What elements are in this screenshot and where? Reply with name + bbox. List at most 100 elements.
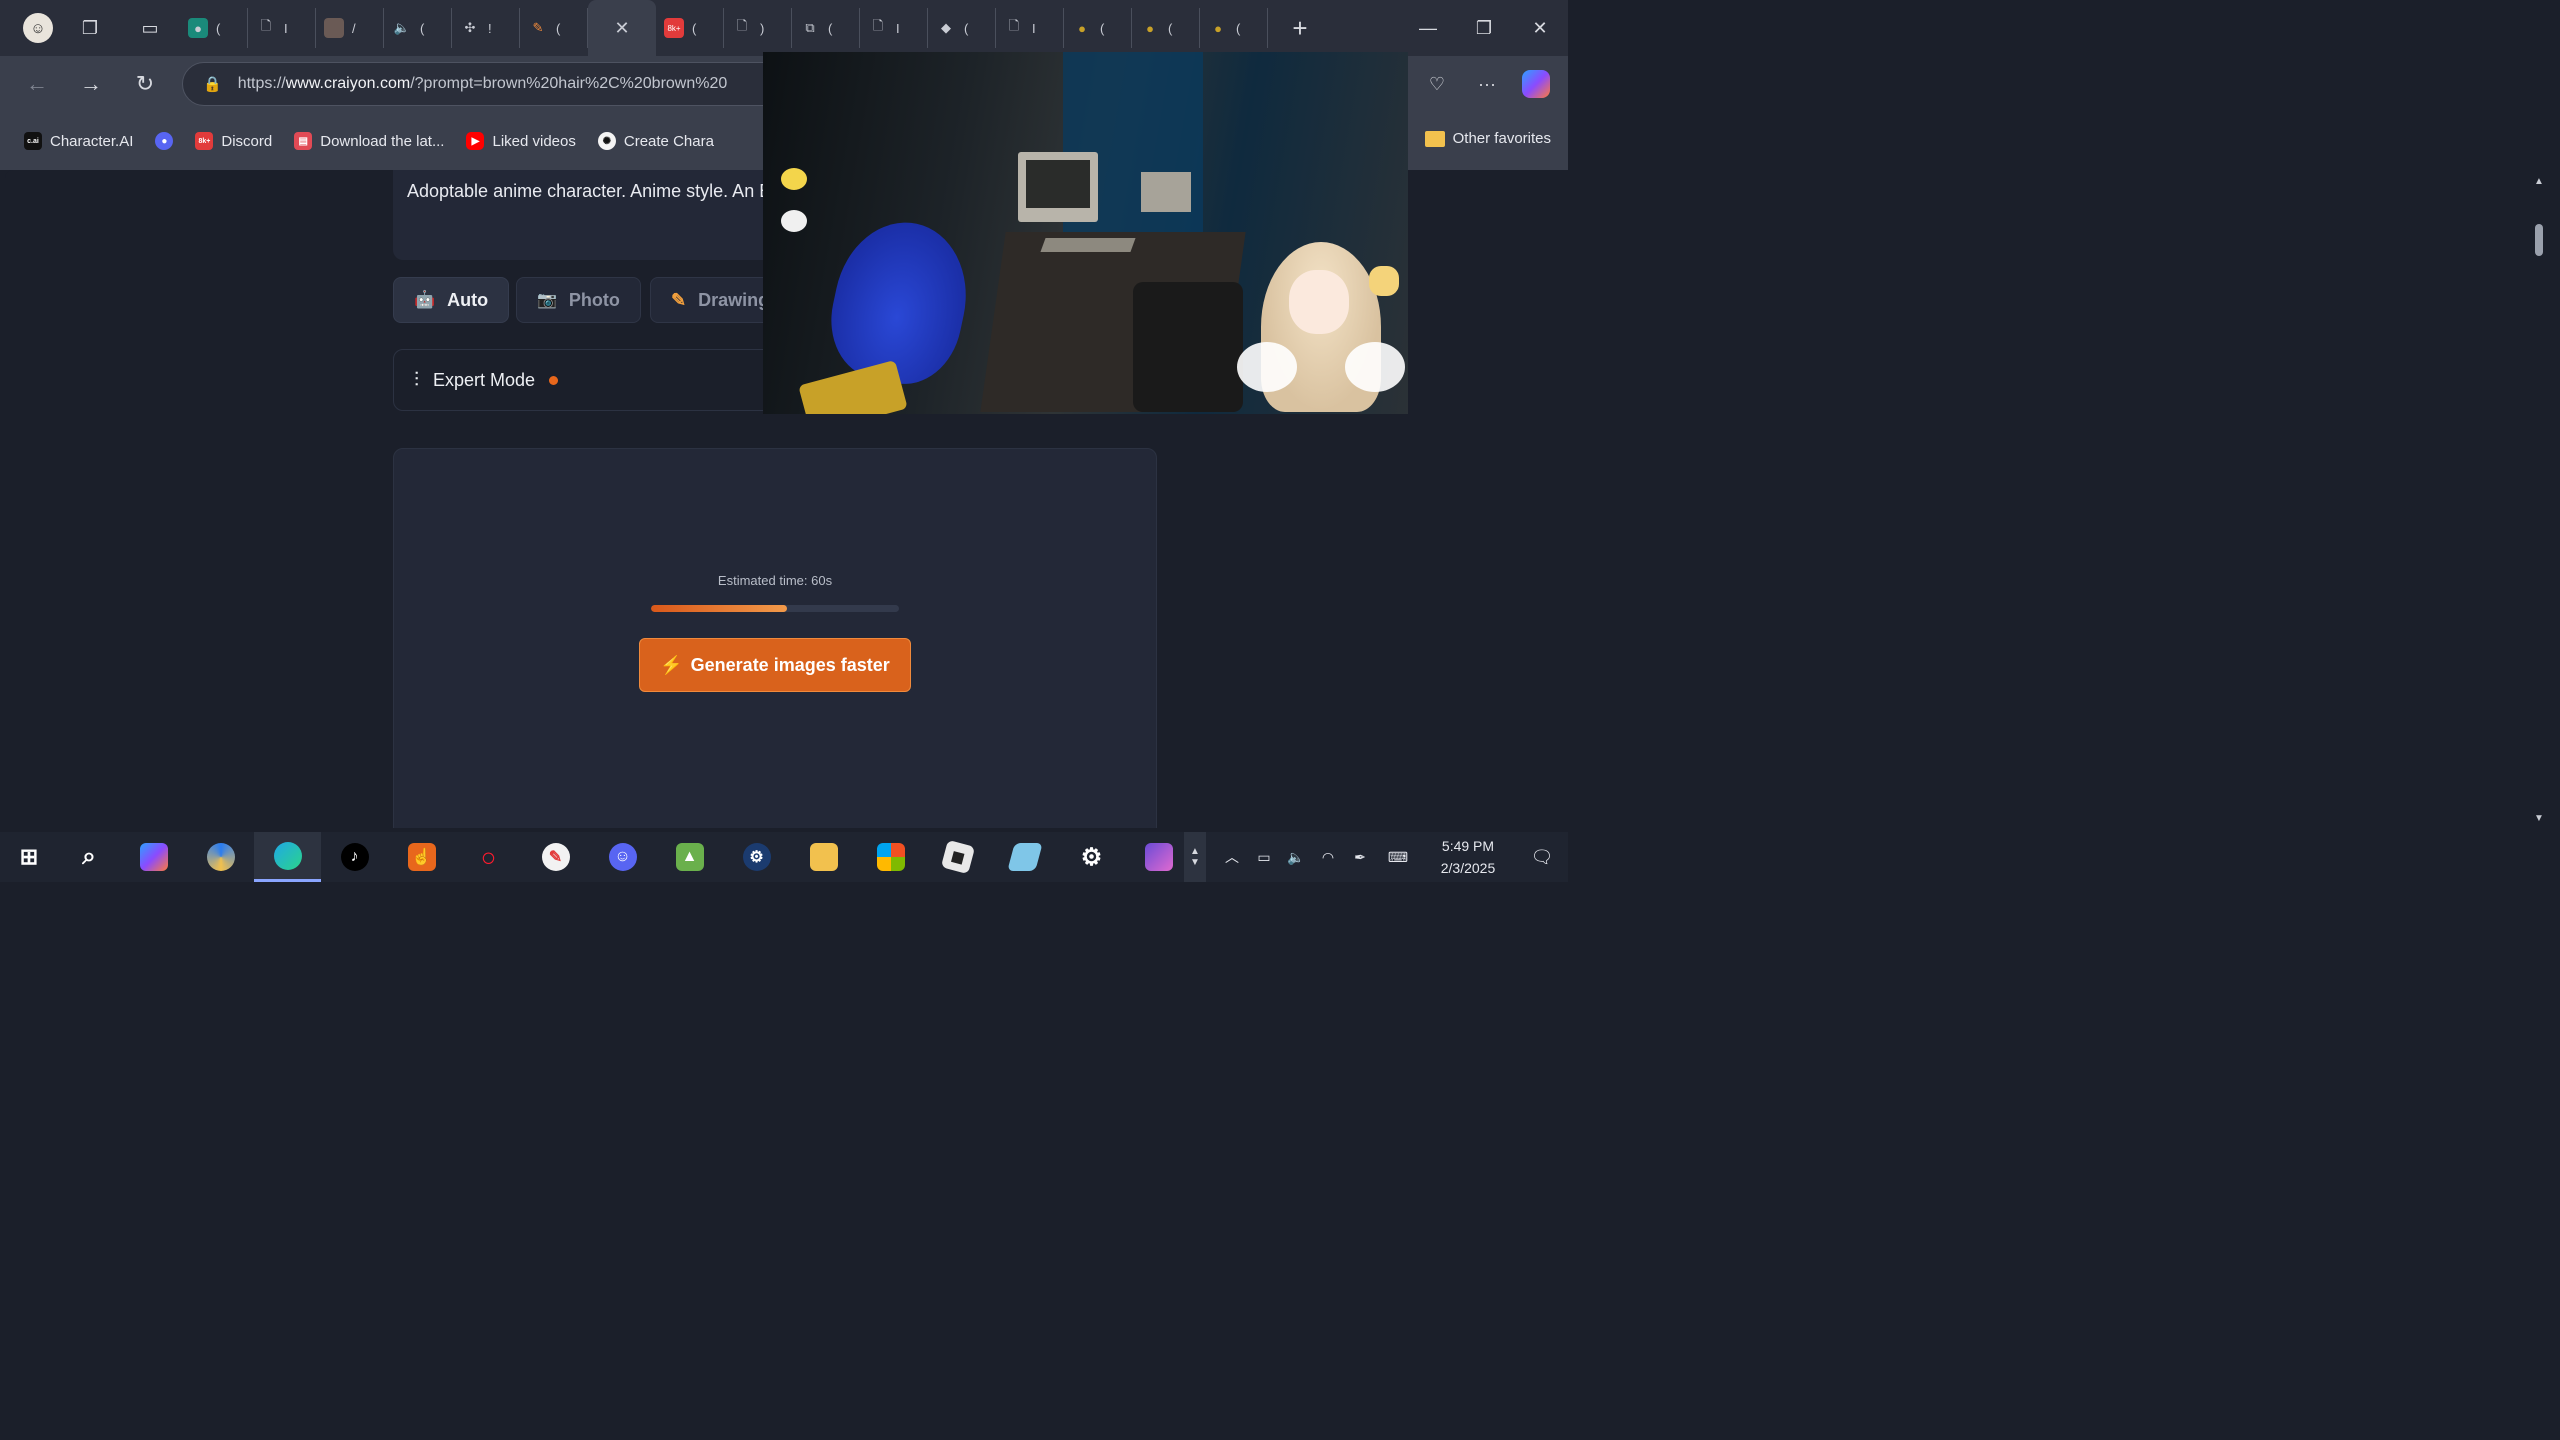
scroll-thumb[interactable] [2535,224,2543,256]
refresh-icon[interactable]: ↻ [118,64,172,104]
pen-icon[interactable]: ✒ [1344,832,1376,882]
mode-photo-button[interactable]: 📷 Photo [516,277,641,323]
tab-16[interactable]: ●( [1200,8,1268,48]
tab-11[interactable]: 🗋 I [860,8,928,48]
notifications-icon[interactable]: 🗨 [1516,832,1568,882]
profile-avatar-button[interactable]: ☺ [16,10,60,46]
start-button[interactable]: ⊞ [0,832,58,882]
browser-tab-strip: ☺ ❐ ▭ ●( 🗋 I / 🔈( ✣! ✎( ✕ 8k+( 🗋) ⧉( 🗋 I ◆… [0,0,1568,56]
tab-4[interactable]: 🔈( [384,8,452,48]
volume-icon[interactable]: 🔈 [1280,832,1312,882]
chevron-down-icon[interactable]: ▼ [1190,857,1200,868]
taskbar-touch-app[interactable]: ☝ [388,832,455,882]
address-bar[interactable]: 🔒 https://www.craiyon.com/?prompt=brown%… [182,62,802,106]
taskbar-notes[interactable] [991,832,1058,882]
tab-title: I [1032,20,1036,36]
restore-icon[interactable]: ❐ [1456,0,1512,56]
taskbar-scroll[interactable]: ▲ ▼ [1184,832,1206,882]
show-hidden-icons-icon[interactable]: ︿ [1216,832,1248,882]
favorite-create-chara[interactable]: ✺ Create Chara [597,132,714,150]
more-menu-icon[interactable]: ··· [1462,64,1512,104]
forward-arrow-icon[interactable]: → [64,64,118,104]
favorite-liked-videos[interactable]: ▶ Liked videos [466,132,576,150]
tab-title: ( [964,20,969,36]
speaker-icon: 🔈 [393,20,411,35]
tab-1[interactable]: ●( [180,8,248,48]
taskbar-paint[interactable]: ✎ [522,832,589,882]
tab-6[interactable]: ✎( [520,8,588,48]
clock[interactable]: 5:49 PM 2/3/2025 [1420,835,1516,879]
favorite-download[interactable]: ▤ Download the lat... [294,132,444,150]
laughing-emote-icon [781,168,807,190]
taskbar-tiktok[interactable]: ♪ [321,832,388,882]
taskbar-image-app[interactable]: ▲ [656,832,723,882]
favorite-discord[interactable]: 8k+ Discord [195,132,272,150]
system-tray: ▲ ▼ ︿ ▭ 🔈 ◠ ✒ ⌨ 5:49 PM 2/3/2025 🗨 [1184,832,1568,882]
stream-video-overlay[interactable] [763,52,1408,414]
tab-9[interactable]: 🗋) [724,8,792,48]
copilot-icon[interactable] [1522,70,1550,98]
camera-icon: 📷 [537,292,557,309]
taskbar-store[interactable] [857,832,924,882]
minimize-icon[interactable]: — [1400,0,1456,56]
tab-10[interactable]: ⧉( [792,8,860,48]
tab-active[interactable]: ✕ [588,0,656,56]
url-domain: www.craiyon.com [285,75,411,92]
tab-12[interactable]: ◆( [928,8,996,48]
crt-monitor [1018,152,1098,222]
tab-14[interactable]: ●( [1064,8,1132,48]
url-scheme: https:// [237,75,286,92]
mode-auto-button[interactable]: 🤖 Auto [393,277,510,323]
clock-date: 2/3/2025 [1440,860,1496,876]
blob-icon: ● [1214,20,1222,36]
generate-faster-button[interactable]: ⚡ Generate images faster [639,638,911,692]
taskbar-anime-app[interactable] [1125,832,1192,882]
youtube-icon: ▶ [466,132,485,150]
browser-essentials-icon[interactable]: ♡ [1412,64,1462,104]
tab-13[interactable]: 🗋 I [996,8,1064,48]
expert-mode-label: Expert Mode [433,369,536,390]
workspaces-icon[interactable]: ❐ [60,10,120,46]
wifi-icon[interactable]: ◠ [1312,832,1344,882]
url-text[interactable]: https://www.craiyon.com/?prompt=brown%20… [238,75,728,93]
taskbar-copilot[interactable] [120,832,187,882]
scroll-down-icon[interactable]: ▼ [2534,813,2544,824]
close-window-icon[interactable]: ✕ [1512,0,1568,56]
battery-icon[interactable]: ▭ [1248,832,1280,882]
favorite-character-ai[interactable]: c.ai Character.AI [24,132,133,150]
url-path: /?prompt=brown%20hair%2C%20brown%20 [410,75,728,92]
other-favorites[interactable]: Other favorites [1424,130,1551,147]
lock-icon[interactable]: 🔒 [203,75,222,93]
back-arrow-icon[interactable]: ← [10,64,64,104]
taskbar-edge[interactable] [254,832,321,882]
taskbar-settings[interactable]: ⚙ [1058,832,1125,882]
picture-in-picture-icon: ⧉ [805,20,815,35]
picture-icon: ▲ [675,843,704,871]
tab-3[interactable]: / [316,8,384,48]
tab-title: ( [420,20,425,36]
taskbar-discord[interactable]: ☺ [589,832,656,882]
taskbar-opera[interactable]: ○ [455,832,522,882]
page-scrollbar[interactable]: ▲ ▼ [2532,176,2546,824]
scroll-up-icon[interactable]: ▲ [2534,176,2544,187]
new-tab-button[interactable]: + [1280,10,1320,46]
folder-icon [809,843,838,871]
discord-icon: ☺ [608,843,637,871]
tab-2[interactable]: 🗋 I [248,8,316,48]
chevron-up-icon[interactable]: ▲ [1190,846,1200,857]
tab-title: ( [1236,20,1241,36]
taskbar-pinwheel[interactable] [187,832,254,882]
taskbar-roblox[interactable]: ◼ [924,832,991,882]
blob-icon: ● [1078,20,1086,36]
tab-8[interactable]: 8k+ ( [656,8,724,48]
vertical-tabs-icon[interactable]: ▭ [120,10,180,46]
taskbar-steam[interactable]: ⚙ [723,832,790,882]
search-button[interactable]: ⌕ [58,832,120,882]
mode-label: Drawing [698,289,770,310]
close-tab-icon[interactable]: ✕ [614,18,629,39]
keyboard-icon[interactable]: ⌨ [1376,832,1420,882]
tab-5[interactable]: ✣! [452,8,520,48]
tab-15[interactable]: ●( [1132,8,1200,48]
taskbar-file-explorer[interactable] [790,832,857,882]
favorite-discord-icon-only[interactable]: ● [155,132,174,150]
